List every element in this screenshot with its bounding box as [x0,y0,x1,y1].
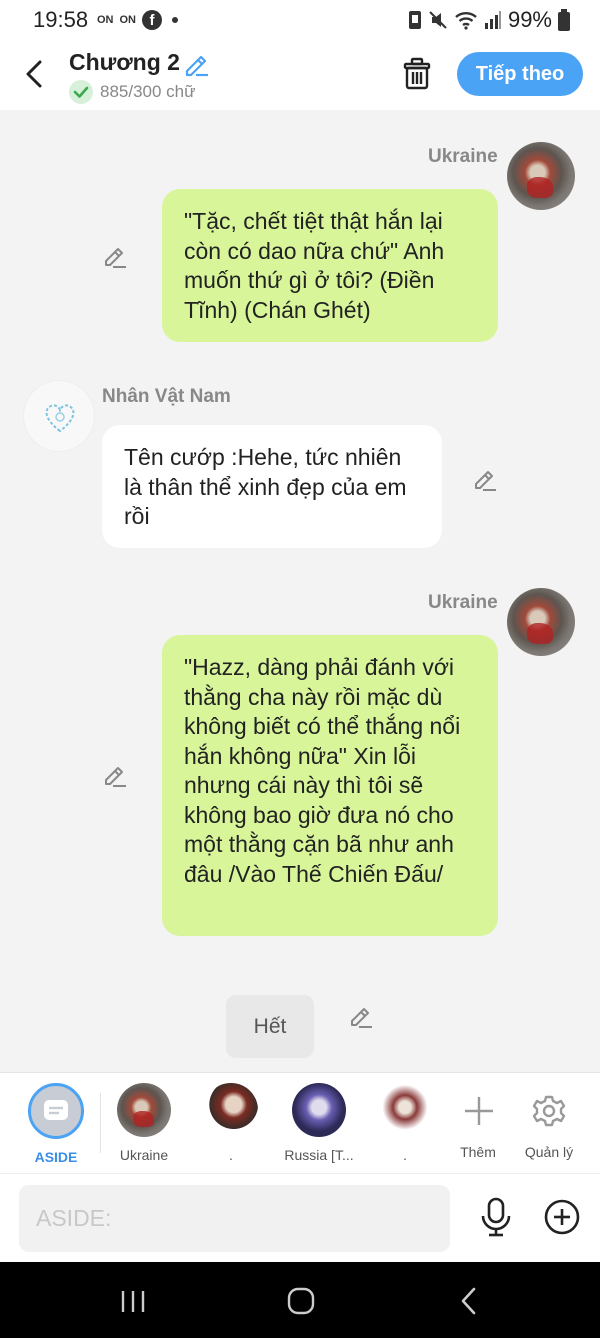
trash-icon[interactable] [400,56,434,92]
add-label: Thêm [460,1144,496,1160]
wifi-icon [455,12,477,30]
character-name: . [229,1147,233,1163]
recent-apps-icon[interactable] [113,1284,153,1318]
character-avatar [204,1083,258,1137]
status-time: 19:58 [33,7,89,32]
ukraine-avatar[interactable] [507,142,575,210]
speaker-name: Nhân Vật Nam [102,386,231,407]
speaker-name: Ukraine [428,592,498,613]
notification-on-icon: ON [119,14,137,26]
character-4[interactable]: . [375,1083,435,1163]
signal-icon [484,11,501,29]
back-nav-icon[interactable] [450,1284,490,1318]
heart-emblem-icon [45,404,75,433]
edit-title-pencil-icon[interactable] [182,50,210,78]
character-ukraine[interactable]: Ukraine [114,1083,174,1163]
aside-label: ASIDE [34,1149,78,1165]
status-bar: 19:58 ON ON f 99% [0,0,600,40]
character-name: Ukraine [119,1147,169,1163]
facebook-icon: f [142,10,162,30]
aside-input[interactable] [19,1185,450,1252]
word-count: 885/300 chữ [100,82,196,101]
message-bubble[interactable]: "Tặc, chết tiệt thật hắn lại còn có dao … [162,189,498,342]
microphone-icon[interactable] [478,1196,514,1238]
character-name: . [403,1147,407,1163]
edit-end-pencil-icon[interactable] [347,1002,375,1030]
add-character-button[interactable]: Thêm [452,1083,504,1160]
manage-label: Quản lý [524,1144,574,1160]
male-character-avatar[interactable] [23,380,95,452]
message-bubble[interactable]: "Hazz, dàng phải đánh với thằng cha này … [162,635,498,936]
notification-icons: ON ON f [97,10,178,30]
top-app-bar: Chương 2 885/300 chữ Tiếp theo [0,40,600,110]
system-icons: 99% [408,7,570,33]
character-avatar [378,1083,432,1137]
home-icon[interactable] [281,1284,321,1318]
manage-button[interactable]: Quản lý [518,1083,580,1160]
next-button[interactable]: Tiếp theo [457,52,583,96]
character-avatar [117,1083,171,1137]
system-navigation-bar [0,1262,600,1338]
edit-message-pencil-icon[interactable] [101,761,129,789]
character-selector-bar: ASIDE Ukraine . Russia [T... . Thêm Quản… [0,1072,600,1174]
gear-icon [532,1095,566,1127]
battery-percent: 99% [507,7,552,32]
nfc-icon [408,11,421,29]
input-row [0,1174,600,1262]
character-avatar [292,1083,346,1137]
more-notifications-dot-icon [172,17,178,23]
add-circle-icon[interactable] [543,1198,581,1236]
end-marker[interactable]: Hết [226,995,314,1058]
character-2[interactable]: . [201,1083,261,1163]
notification-on-icon: ON [97,14,114,26]
aside-chat-icon [28,1083,84,1139]
edit-message-pencil-icon[interactable] [101,242,129,270]
edit-message-pencil-icon[interactable] [471,465,499,493]
back-arrow-icon[interactable] [20,56,50,92]
chat-area[interactable]: Ukraine "Tặc, chết tiệt thật hắn lại còn… [0,110,600,1072]
divider [100,1093,101,1153]
battery-icon [558,9,570,31]
mute-icon [429,11,447,29]
check-circle-icon [69,80,93,104]
speaker-name: Ukraine [428,146,498,167]
chapter-title[interactable]: Chương 2 [69,49,180,76]
message-bubble[interactable]: Tên cướp :Hehe, tức nhiên là thân thể xi… [102,425,442,548]
plus-icon [465,1097,493,1125]
character-name: Russia [T... [284,1147,354,1163]
character-russia[interactable]: Russia [T... [280,1083,358,1163]
ukraine-avatar[interactable] [507,588,575,656]
aside-selector[interactable]: ASIDE [26,1083,86,1165]
